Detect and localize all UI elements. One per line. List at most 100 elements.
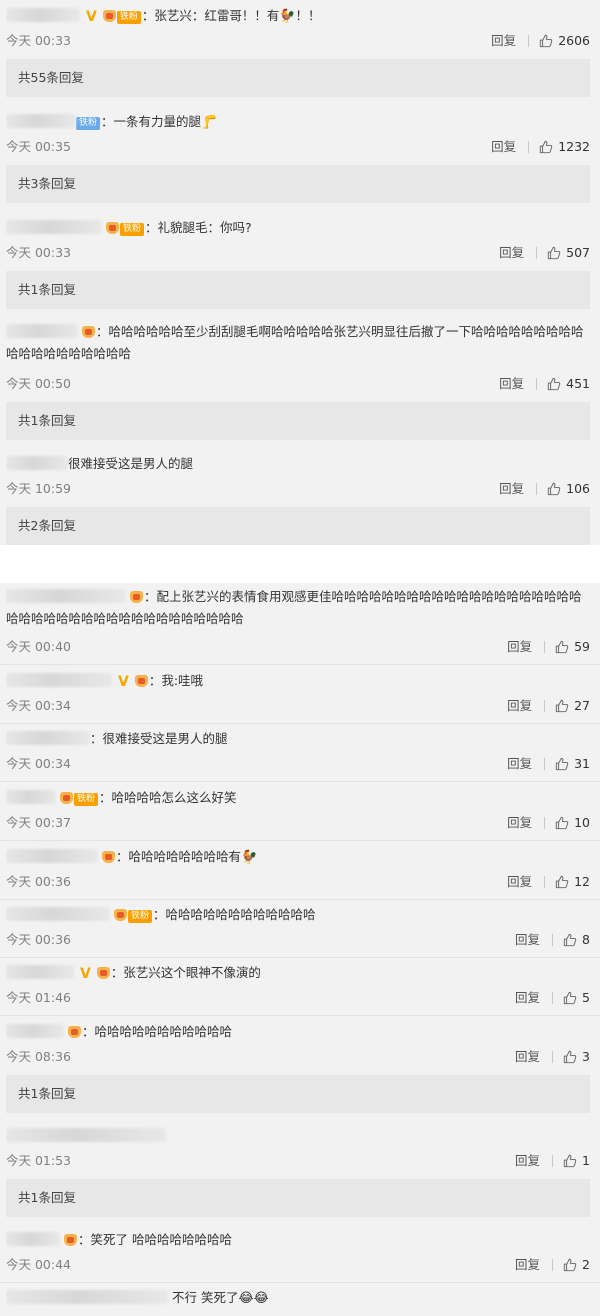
comment-actions: 回复 59 — [507, 637, 590, 657]
comment-text-line: ：哈哈哈哈哈哈哈哈有🐓 — [6, 847, 590, 868]
comment-divider — [0, 1015, 600, 1016]
reply-button[interactable]: 回复 — [515, 1047, 540, 1067]
action-divider — [544, 700, 546, 712]
reply-button[interactable]: 回复 — [499, 374, 524, 394]
comment-text: ：张艺兴：红雷哥！！有 — [141, 8, 280, 23]
blurred-username[interactable] — [6, 1024, 64, 1038]
reply-button[interactable]: 回复 — [515, 930, 540, 950]
action-divider — [552, 1155, 554, 1167]
reply-button[interactable]: 回复 — [507, 813, 532, 833]
blurred-username[interactable] — [6, 220, 102, 234]
comment-time: 今天 00:35 — [6, 139, 71, 154]
fan-badge: 铁粉 — [76, 117, 101, 130]
thumbs-up-icon[interactable] — [563, 1050, 577, 1064]
comment-meta: 今天 00:36 回复 8 — [6, 930, 590, 950]
comment-meta: 今天 00:37 回复 10 — [6, 813, 590, 833]
comment-text: ：哈哈哈哈哈哈哈哈有 — [115, 849, 241, 864]
crown-badge-icon — [102, 10, 116, 22]
reply-button[interactable]: 回复 — [491, 137, 516, 157]
blurred-username[interactable] — [6, 8, 80, 22]
thumbs-up-icon[interactable] — [547, 482, 561, 496]
comment-actions: 回复 27 — [507, 696, 590, 716]
comment-text: 很难接受这是男人的腿 — [68, 456, 194, 471]
thumbs-up-icon[interactable] — [563, 1154, 577, 1168]
reply-button[interactable]: 回复 — [499, 243, 524, 263]
reply-button[interactable]: 回复 — [515, 1255, 540, 1275]
action-divider — [552, 992, 554, 1004]
rooster-emoji-icon: 🐓 — [241, 850, 258, 865]
blurred-username[interactable] — [6, 324, 78, 338]
thumbs-up-icon[interactable] — [555, 699, 569, 713]
crown-badge-icon — [67, 1026, 81, 1038]
blurred-username[interactable] — [6, 1128, 166, 1142]
thumbs-up-icon[interactable] — [547, 377, 561, 391]
comment-text-line — [6, 1126, 590, 1146]
like-count: 3 — [582, 1049, 590, 1064]
view-replies-button[interactable]: 共1条回复 — [6, 1179, 590, 1217]
comment-meta: 今天 00:34 回复 27 — [6, 696, 590, 716]
blurred-username[interactable] — [6, 1290, 168, 1304]
blurred-username[interactable] — [6, 456, 68, 470]
view-replies-button[interactable]: 共3条回复 — [6, 165, 590, 203]
thumbs-up-icon[interactable] — [555, 816, 569, 830]
reply-button[interactable]: 回复 — [507, 637, 532, 657]
comment-meta: 今天 10:59 回复 106 — [6, 479, 590, 499]
comment-text: ：笑死了 哈哈哈哈哈哈哈哈 — [77, 1232, 232, 1247]
crown-badge-icon — [113, 909, 127, 921]
comment-item: ：哈哈哈哈哈哈至少刮刮腿毛啊哈哈哈哈哈张艺兴明显往后撤了一下哈哈哈哈哈哈哈哈哈哈… — [0, 318, 600, 442]
reply-button[interactable]: 回复 — [491, 31, 516, 51]
reply-button[interactable]: 回复 — [507, 696, 532, 716]
comment-actions: 回复 2606 — [491, 31, 590, 51]
laughing-emoji-icon: 😂😂 — [238, 1291, 269, 1306]
blurred-username[interactable] — [6, 731, 90, 745]
crown-badge-icon — [96, 967, 110, 979]
like-count: 1 — [582, 1153, 590, 1168]
crown-badge-icon — [63, 1234, 77, 1246]
thumbs-up-icon[interactable] — [563, 933, 577, 947]
blurred-username[interactable] — [6, 907, 110, 921]
view-replies-button[interactable]: 共2条回复 — [6, 507, 590, 545]
crown-badge-icon — [59, 792, 73, 804]
blurred-username[interactable] — [6, 1232, 60, 1246]
blurred-username[interactable] — [6, 849, 98, 863]
thumbs-up-icon[interactable] — [539, 140, 553, 154]
reply-button[interactable]: 回复 — [515, 988, 540, 1008]
comment-meta: 今天 01:53 回复 1 — [6, 1151, 590, 1171]
thumbs-up-icon[interactable] — [563, 1258, 577, 1272]
comment-item: ：很难接受这是男人的腿 今天 00:34 回复 31 — [0, 729, 600, 781]
blurred-username[interactable] — [6, 965, 74, 979]
comment-text-line: 不行 笑死了😂😂 — [6, 1288, 590, 1309]
comment-item: V ：张艺兴这个眼神不像演的 今天 01:46 回复 5 — [0, 963, 600, 1015]
thumbs-up-icon[interactable] — [555, 640, 569, 654]
comment-text-line: 铁粉 ：哈哈哈哈哈哈哈哈哈哈哈哈 — [6, 905, 590, 925]
thumbs-up-icon[interactable] — [539, 34, 553, 48]
comment-item: ：哈哈哈哈哈哈哈哈有🐓 今天 00:36 回复 12 — [0, 847, 600, 899]
comment-text-line: ：笑死了 哈哈哈哈哈哈哈哈 — [6, 1230, 590, 1250]
blurred-username[interactable] — [6, 589, 126, 603]
reply-button[interactable]: 回复 — [507, 872, 532, 892]
comment-item: 铁粉 ：哈哈哈哈哈哈哈哈哈哈哈哈 今天 00:36 回复 8 — [0, 905, 600, 957]
comment-time: 今天 01:53 — [6, 1153, 71, 1168]
comment-actions: 回复 1 — [515, 1151, 590, 1171]
like-count: 31 — [574, 756, 590, 771]
view-replies-button[interactable]: 共1条回复 — [6, 402, 590, 440]
blurred-username[interactable] — [6, 673, 112, 687]
view-replies-button[interactable]: 共1条回复 — [6, 271, 590, 309]
reply-button[interactable]: 回复 — [515, 1151, 540, 1171]
fan-badge: 铁粉 — [116, 11, 141, 24]
fan-badge: 铁粉 — [127, 910, 152, 923]
reply-button[interactable]: 回复 — [507, 754, 532, 774]
blurred-username[interactable] — [6, 114, 76, 128]
crown-badge-icon — [129, 591, 143, 603]
thumbs-up-icon[interactable] — [547, 246, 561, 260]
thumbs-up-icon[interactable] — [555, 757, 569, 771]
view-replies-button[interactable]: 共55条回复 — [6, 59, 590, 97]
reply-button[interactable]: 回复 — [499, 479, 524, 499]
thumbs-up-icon[interactable] — [563, 991, 577, 1005]
action-divider — [552, 1051, 554, 1063]
blurred-username[interactable] — [6, 790, 56, 804]
comment-text-tail: ！！ — [295, 8, 321, 23]
comment-meta: 今天 01:46 回复 5 — [6, 988, 590, 1008]
view-replies-button[interactable]: 共1条回复 — [6, 1075, 590, 1113]
thumbs-up-icon[interactable] — [555, 875, 569, 889]
